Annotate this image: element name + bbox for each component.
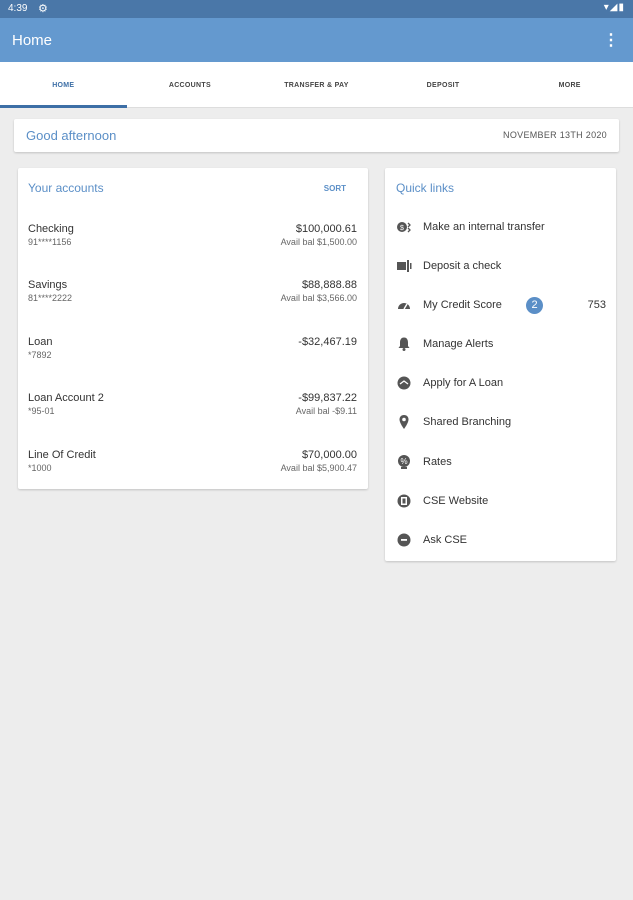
credit-score-value: 753	[587, 299, 606, 311]
quick-link-deposit-check[interactable]: Deposit a check	[396, 257, 606, 279]
quick-link-manage-alerts[interactable]: Manage Alerts	[396, 335, 606, 357]
account-row[interactable]: Line Of Credit *1000 $70,000.00 Avail ba…	[28, 449, 357, 489]
tab-more[interactable]: MORE	[506, 62, 633, 107]
account-number: 91****1156	[28, 237, 72, 247]
account-name: Checking	[28, 223, 74, 235]
account-available-balance: Avail bal -$9.11	[295, 406, 357, 416]
greeting-date: NOVEMBER 13TH 2020	[503, 130, 607, 140]
account-balance: $70,000.00	[301, 449, 357, 461]
quick-link-shared-branching[interactable]: Shared Branching	[396, 413, 606, 435]
account-row[interactable]: Checking 91****1156 $100,000.61 Avail ba…	[28, 223, 357, 263]
account-number: 81****2222	[28, 293, 73, 303]
tab-transfer-pay[interactable]: TRANSFER & PAY	[253, 62, 380, 107]
rates-icon: %	[396, 454, 412, 470]
account-available-balance: Avail bal $5,900.47	[280, 463, 357, 473]
account-balance: -$99,837.22	[298, 392, 357, 404]
account-name: Loan	[28, 336, 53, 348]
page-title: Home	[12, 32, 53, 49]
accounts-title: Your accounts	[28, 181, 104, 195]
status-icons: ▾◢▮	[604, 2, 625, 13]
sort-button[interactable]: SORT	[324, 184, 346, 193]
account-balance: $88,888.88	[301, 279, 357, 291]
settings-gear-icon: ⚙	[38, 3, 48, 15]
svg-text:%: %	[400, 457, 407, 466]
quick-link-label: Ask CSE	[423, 534, 468, 546]
account-name: Line Of Credit	[28, 449, 96, 461]
account-number: *1000	[28, 463, 52, 473]
gauge-icon	[396, 297, 412, 313]
quick-link-internal-transfer[interactable]: $ Make an internal transfer	[396, 218, 606, 240]
quick-link-credit-score[interactable]: My Credit Score 2 753	[396, 296, 606, 318]
account-available-balance: Avail bal $3,566.00	[280, 293, 357, 303]
account-balance: -$32,467.19	[298, 336, 357, 348]
account-row[interactable]: Loan Account 2 *95-01 -$99,837.22 Avail …	[28, 392, 357, 432]
status-bar: 4:39 ⚙ ▾◢▮	[0, 0, 633, 18]
quick-link-label: Manage Alerts	[423, 338, 494, 350]
quick-link-label: My Credit Score	[423, 299, 502, 311]
quick-link-label: Shared Branching	[423, 416, 512, 428]
battery-icon: ▮	[618, 2, 625, 13]
overflow-menu-icon[interactable]: ⋮	[603, 30, 619, 50]
loan-icon	[396, 375, 412, 391]
quick-link-label: Rates	[423, 456, 452, 468]
account-available-balance: Avail bal $1,500.00	[280, 237, 357, 247]
greeting-text: Good afternoon	[26, 128, 117, 143]
location-pin-icon	[396, 414, 412, 430]
tab-bar: HOME ACCOUNTS TRANSFER & PAY DEPOSIT MOR…	[0, 62, 633, 108]
tab-accounts[interactable]: ACCOUNTS	[127, 62, 254, 107]
check-deposit-icon	[396, 258, 412, 274]
quick-link-rates[interactable]: % Rates	[396, 453, 606, 475]
transfer-icon: $	[396, 219, 412, 235]
quick-link-ask-cse[interactable]: Ask CSE	[396, 531, 606, 553]
account-name: Savings	[28, 279, 68, 291]
svg-text:$: $	[400, 225, 404, 232]
accounts-card: Your accounts SORT Checking 91****1156 $…	[18, 168, 368, 489]
tab-home[interactable]: HOME	[0, 62, 127, 108]
quick-links-card: Quick links $ Make an internal transfer …	[385, 168, 616, 561]
bell-icon	[396, 336, 412, 352]
credit-score-badge: 2	[526, 297, 543, 314]
greeting-card: Good afternoon NOVEMBER 13TH 2020	[14, 119, 619, 152]
app-bar: Home ⋮	[0, 18, 633, 62]
quick-link-label: CSE Website	[423, 495, 489, 507]
account-balance: $100,000.61	[295, 223, 357, 235]
account-row[interactable]: Savings 81****2222 $88,888.88 Avail bal …	[28, 279, 357, 319]
quick-link-label: Deposit a check	[423, 260, 502, 272]
account-row[interactable]: Loan *7892 -$32,467.19	[28, 336, 357, 376]
account-name: Loan Account 2	[28, 392, 104, 404]
website-icon	[396, 493, 412, 509]
quick-link-cse-website[interactable]: CSE Website	[396, 492, 606, 514]
quick-link-label: Make an internal transfer	[423, 221, 545, 233]
account-number: *7892	[28, 350, 52, 360]
chat-icon	[396, 532, 412, 548]
account-number: *95-01	[28, 406, 55, 416]
tab-deposit[interactable]: DEPOSIT	[380, 62, 507, 107]
status-time: 4:39	[8, 3, 28, 14]
quick-link-label: Apply for A Loan	[423, 377, 504, 389]
quick-link-apply-loan[interactable]: Apply for A Loan	[396, 374, 606, 396]
quick-links-title: Quick links	[396, 181, 455, 195]
